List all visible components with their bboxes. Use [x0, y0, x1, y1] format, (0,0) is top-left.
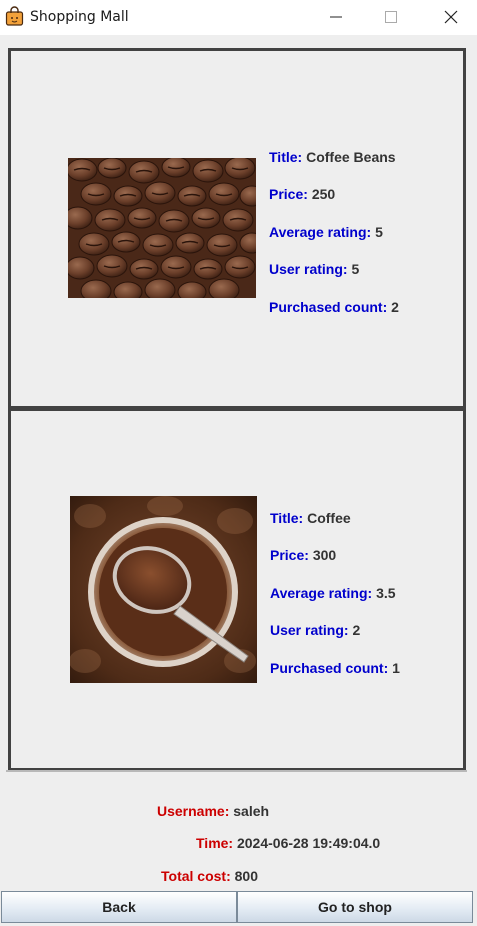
purchased-count-row: Purchased count: 1 — [270, 660, 400, 676]
purchased-count-value: 1 — [392, 660, 400, 676]
title-label: Title: — [269, 149, 303, 165]
username-label: Username: — [157, 803, 230, 819]
title-value: Coffee — [307, 510, 351, 526]
time-row: Time: 2024-06-28 19:49:04.0 — [196, 835, 380, 851]
title-row: Title: Coffee — [270, 510, 351, 526]
user-rating-label: User rating: — [269, 261, 348, 277]
time-value: 2024-06-28 19:49:04.0 — [236, 835, 381, 851]
close-button[interactable] — [426, 0, 476, 33]
title-bar[interactable]: Shopping Mall — [0, 0, 477, 35]
title-value: Coffee Beans — [306, 149, 396, 165]
average-rating-label: Average rating: — [269, 224, 372, 240]
purchased-count-value: 2 — [391, 299, 399, 315]
coffee-beans-photo — [68, 158, 256, 298]
maximize-button[interactable] — [366, 0, 416, 33]
total-cost-label: Total cost: — [161, 868, 231, 884]
average-rating-value: 3.5 — [376, 585, 396, 601]
purchased-count-label: Purchased count: — [269, 299, 388, 315]
total-cost-row: Total cost: 800 — [161, 868, 258, 884]
go-to-shop-button[interactable]: Go to shop — [237, 891, 473, 923]
back-button[interactable]: Back — [1, 891, 237, 923]
user-rating-value: 5 — [351, 261, 360, 277]
window-title: Shopping Mall — [30, 9, 129, 25]
purchased-count-row: Purchased count: 2 — [269, 299, 399, 315]
title-row: Title: Coffee Beans — [269, 149, 396, 165]
user-rating-row: User rating: 5 — [269, 261, 359, 277]
username-value: saleh — [233, 803, 270, 819]
minimize-icon — [330, 16, 342, 17]
price-row: Price: 250 — [269, 186, 335, 202]
price-value: 250 — [311, 186, 336, 202]
user-rating-row: User rating: 2 — [270, 622, 360, 638]
minimize-button[interactable] — [311, 0, 361, 33]
average-rating-row: Average rating: 3.5 — [270, 585, 396, 601]
average-rating-label: Average rating: — [270, 585, 373, 601]
price-label: Price: — [269, 186, 308, 202]
price-label: Price: — [270, 547, 309, 563]
user-rating-value: 2 — [352, 622, 361, 638]
scroll-pane-edge — [6, 770, 467, 772]
close-icon — [444, 10, 458, 23]
price-value: 300 — [312, 547, 337, 563]
total-cost-value: 800 — [234, 868, 258, 884]
username-row: Username: saleh — [157, 803, 269, 819]
product-card: Title: Coffee Beans Price: 250 Average r… — [8, 48, 466, 409]
maximize-icon — [385, 10, 397, 23]
purchased-count-label: Purchased count: — [270, 660, 389, 676]
shopping-bag-icon — [5, 6, 24, 26]
product-card: Title: Coffee Price: 300 Average rating:… — [8, 408, 466, 771]
average-rating-value: 5 — [375, 224, 383, 240]
user-rating-label: User rating: — [270, 622, 349, 638]
average-rating-row: Average rating: 5 — [269, 224, 383, 240]
title-label: Title: — [270, 510, 304, 526]
time-label: Time: — [196, 835, 234, 851]
ground-coffee-spoon-photo — [70, 496, 257, 683]
price-row: Price: 300 — [270, 547, 336, 563]
